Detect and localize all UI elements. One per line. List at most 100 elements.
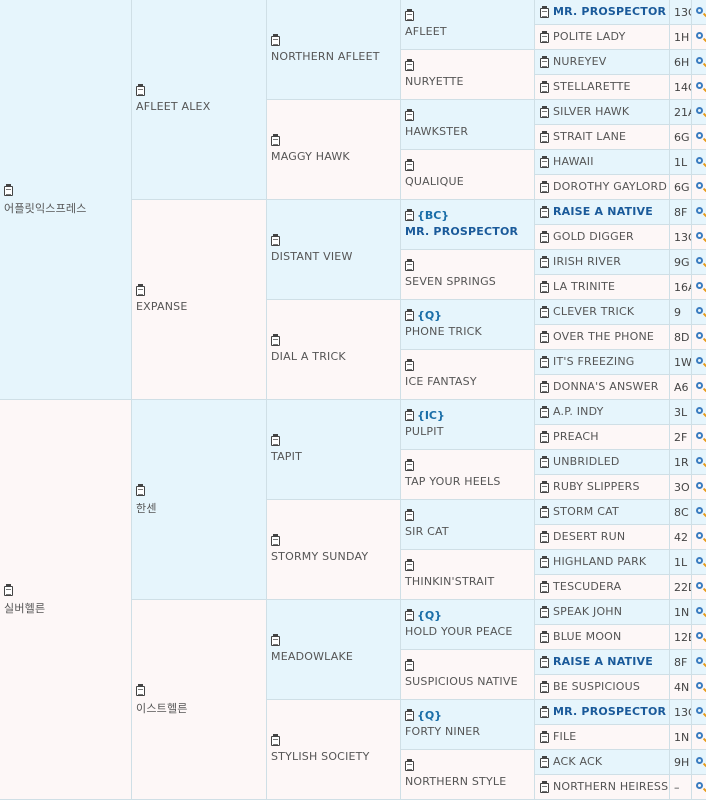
magnifier-icon[interactable] bbox=[696, 632, 703, 639]
clipboard-icon[interactable] bbox=[540, 781, 549, 793]
horse-name[interactable]: HIGHLAND PARK bbox=[553, 555, 646, 568]
clipboard-icon[interactable] bbox=[540, 481, 549, 493]
horse-name[interactable]: 어플릿익스프레스 bbox=[4, 200, 87, 216]
clipboard-icon[interactable] bbox=[540, 31, 549, 43]
clipboard-icon[interactable] bbox=[540, 81, 549, 93]
horse-name[interactable]: SEVEN SPRINGS bbox=[405, 275, 496, 288]
clipboard-icon[interactable] bbox=[405, 309, 414, 321]
search-cell[interactable] bbox=[692, 525, 706, 550]
horse-name[interactable]: HOLD YOUR PEACE bbox=[405, 625, 513, 638]
magnifier-icon[interactable] bbox=[696, 332, 703, 339]
horse-cell-4[interactable]: AFLEET bbox=[401, 0, 535, 50]
horse-cell-5[interactable]: TESCUDERA bbox=[535, 575, 670, 600]
horse-cell-5[interactable]: ACK ACK bbox=[535, 750, 670, 775]
search-cell[interactable] bbox=[692, 675, 706, 700]
horse-cell-4[interactable]: {BC} MR. PROSPECTOR bbox=[401, 200, 535, 250]
horse-cell-2[interactable]: EXPANSE bbox=[132, 200, 267, 400]
horse-cell-5[interactable]: A.P. INDY bbox=[535, 400, 670, 425]
horse-name[interactable]: FILE bbox=[553, 730, 576, 743]
search-cell[interactable] bbox=[692, 150, 706, 175]
clipboard-icon[interactable] bbox=[4, 184, 13, 196]
horse-name[interactable]: MR. PROSPECTOR bbox=[553, 5, 666, 18]
horse-cell-5[interactable]: BLUE MOON bbox=[535, 625, 670, 650]
clipboard-icon[interactable] bbox=[405, 409, 414, 421]
magnifier-icon[interactable] bbox=[696, 257, 703, 264]
clipboard-icon[interactable] bbox=[136, 484, 145, 496]
horse-cell-5[interactable]: GOLD DIGGER bbox=[535, 225, 670, 250]
clipboard-icon[interactable] bbox=[540, 56, 549, 68]
clipboard-icon[interactable] bbox=[540, 556, 549, 568]
clipboard-icon[interactable] bbox=[540, 406, 549, 418]
horse-cell-5[interactable]: RAISE A NATIVE bbox=[535, 200, 670, 225]
horse-cell-5[interactable]: RAISE A NATIVE bbox=[535, 650, 670, 675]
horse-name[interactable]: DISTANT VIEW bbox=[271, 250, 353, 263]
horse-cell-3[interactable]: STORMY SUNDAY bbox=[267, 500, 401, 600]
horse-cell-5[interactable]: BE SUSPICIOUS bbox=[535, 675, 670, 700]
clipboard-icon[interactable] bbox=[405, 359, 414, 371]
clipboard-icon[interactable] bbox=[271, 434, 280, 446]
clipboard-icon[interactable] bbox=[271, 534, 280, 546]
magnifier-icon[interactable] bbox=[696, 732, 703, 739]
horse-cell-5[interactable]: MR. PROSPECTOR bbox=[535, 0, 670, 25]
horse-name[interactable]: BE SUSPICIOUS bbox=[553, 680, 640, 693]
search-cell[interactable] bbox=[692, 300, 706, 325]
horse-cell-4[interactable]: THINKIN'STRAIT bbox=[401, 550, 535, 600]
horse-name[interactable]: PREACH bbox=[553, 430, 599, 443]
horse-name[interactable]: PHONE TRICK bbox=[405, 325, 482, 338]
magnifier-icon[interactable] bbox=[696, 307, 703, 314]
search-cell[interactable] bbox=[692, 725, 706, 750]
horse-name[interactable]: GOLD DIGGER bbox=[553, 230, 634, 243]
horse-cell-5[interactable]: NUREYEV bbox=[535, 50, 670, 75]
search-cell[interactable] bbox=[692, 625, 706, 650]
horse-name[interactable]: HAWKSTER bbox=[405, 125, 468, 138]
horse-cell-2[interactable]: AFLEET ALEX bbox=[132, 0, 267, 200]
clipboard-icon[interactable] bbox=[540, 6, 549, 18]
magnifier-icon[interactable] bbox=[696, 182, 703, 189]
horse-cell-1[interactable]: 실버헬른 bbox=[0, 400, 132, 800]
magnifier-icon[interactable] bbox=[696, 32, 703, 39]
horse-name[interactable]: BLUE MOON bbox=[553, 630, 621, 643]
horse-name[interactable]: STRAIT LANE bbox=[553, 130, 626, 143]
clipboard-icon[interactable] bbox=[405, 709, 414, 721]
clipboard-icon[interactable] bbox=[405, 209, 414, 221]
search-cell[interactable] bbox=[692, 700, 706, 725]
clipboard-icon[interactable] bbox=[540, 156, 549, 168]
magnifier-icon[interactable] bbox=[696, 57, 703, 64]
search-cell[interactable] bbox=[692, 450, 706, 475]
horse-cell-4[interactable]: {IC} PULPIT bbox=[401, 400, 535, 450]
horse-name[interactable]: ACK ACK bbox=[553, 755, 602, 768]
horse-name[interactable]: STORM CAT bbox=[553, 505, 619, 518]
magnifier-icon[interactable] bbox=[696, 482, 703, 489]
horse-cell-4[interactable]: HAWKSTER bbox=[401, 100, 535, 150]
horse-name[interactable]: TESCUDERA bbox=[553, 580, 621, 593]
search-cell[interactable] bbox=[692, 475, 706, 500]
search-cell[interactable] bbox=[692, 425, 706, 450]
horse-name[interactable]: RUBY SLIPPERS bbox=[553, 480, 640, 493]
clipboard-icon[interactable] bbox=[405, 609, 414, 621]
horse-name[interactable]: STELLARETTE bbox=[553, 80, 631, 93]
search-cell[interactable] bbox=[692, 350, 706, 375]
magnifier-icon[interactable] bbox=[696, 432, 703, 439]
horse-name[interactable]: SIR CAT bbox=[405, 525, 449, 538]
horse-name[interactable]: DOROTHY GAYLORD bbox=[553, 180, 667, 193]
horse-cell-5[interactable]: MR. PROSPECTOR bbox=[535, 700, 670, 725]
clipboard-icon[interactable] bbox=[405, 159, 414, 171]
clipboard-icon[interactable] bbox=[540, 181, 549, 193]
search-cell[interactable] bbox=[692, 175, 706, 200]
clipboard-icon[interactable] bbox=[540, 731, 549, 743]
horse-name[interactable]: STYLISH SOCIETY bbox=[271, 750, 370, 763]
horse-name[interactable]: AFLEET ALEX bbox=[136, 100, 210, 113]
horse-cell-5[interactable]: NORTHERN HEIRESS bbox=[535, 775, 670, 800]
horse-cell-4[interactable]: NURYETTE bbox=[401, 50, 535, 100]
horse-name[interactable]: HAWAII bbox=[553, 155, 594, 168]
horse-cell-5[interactable]: SILVER HAWK bbox=[535, 100, 670, 125]
magnifier-icon[interactable] bbox=[696, 82, 703, 89]
clipboard-icon[interactable] bbox=[405, 759, 414, 771]
magnifier-icon[interactable] bbox=[696, 607, 703, 614]
horse-cell-5[interactable]: STELLARETTE bbox=[535, 75, 670, 100]
clipboard-icon[interactable] bbox=[540, 206, 549, 218]
search-cell[interactable] bbox=[692, 250, 706, 275]
search-cell[interactable] bbox=[692, 500, 706, 525]
magnifier-icon[interactable] bbox=[696, 7, 703, 14]
horse-name[interactable]: RAISE A NATIVE bbox=[553, 655, 653, 668]
